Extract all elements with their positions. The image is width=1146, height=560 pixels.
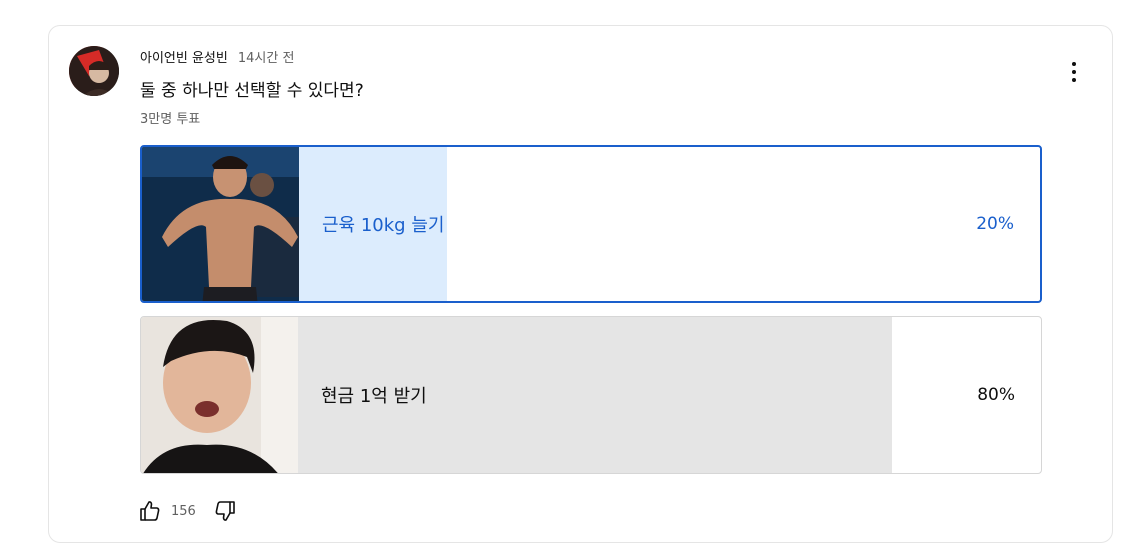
poll-option-1-percent: 20% <box>976 214 1014 234</box>
vote-count: 3만명 투표 <box>140 112 201 127</box>
poll-question: 둘 중 하나만 선택할 수 있다면? <box>140 81 364 101</box>
poll-option-2-label: 현금 1억 받기 <box>321 386 427 407</box>
poll-option-1[interactable]: 근육 10kg 늘기 20% <box>140 145 1042 303</box>
like-count: 156 <box>171 503 196 519</box>
thumbs-down-icon <box>215 501 235 521</box>
post-actions: 156 <box>137 498 238 524</box>
like-button[interactable] <box>137 498 163 524</box>
more-options-button[interactable] <box>1064 60 1084 84</box>
post-time[interactable]: 14시간 전 <box>238 47 295 66</box>
poll-option-2-percent: 80% <box>977 385 1015 405</box>
dislike-button[interactable] <box>212 498 238 524</box>
channel-name[interactable]: 아이언빈 윤성빈 <box>140 47 228 66</box>
thumbs-up-icon <box>140 501 160 521</box>
channel-avatar[interactable] <box>69 46 119 96</box>
poll-option-1-label: 근육 10kg 늘기 <box>322 215 445 236</box>
more-vert-icon <box>1072 62 1076 66</box>
post-header: 아이언빈 윤성빈 14시간 전 <box>140 47 294 66</box>
poll-option-2-image <box>141 317 298 473</box>
poll-option-2[interactable]: 현금 1억 받기 80% <box>140 316 1042 474</box>
community-poll-post: 아이언빈 윤성빈 14시간 전 둘 중 하나만 선택할 수 있다면? 3만명 투… <box>48 25 1113 543</box>
poll-option-1-image <box>142 147 299 301</box>
